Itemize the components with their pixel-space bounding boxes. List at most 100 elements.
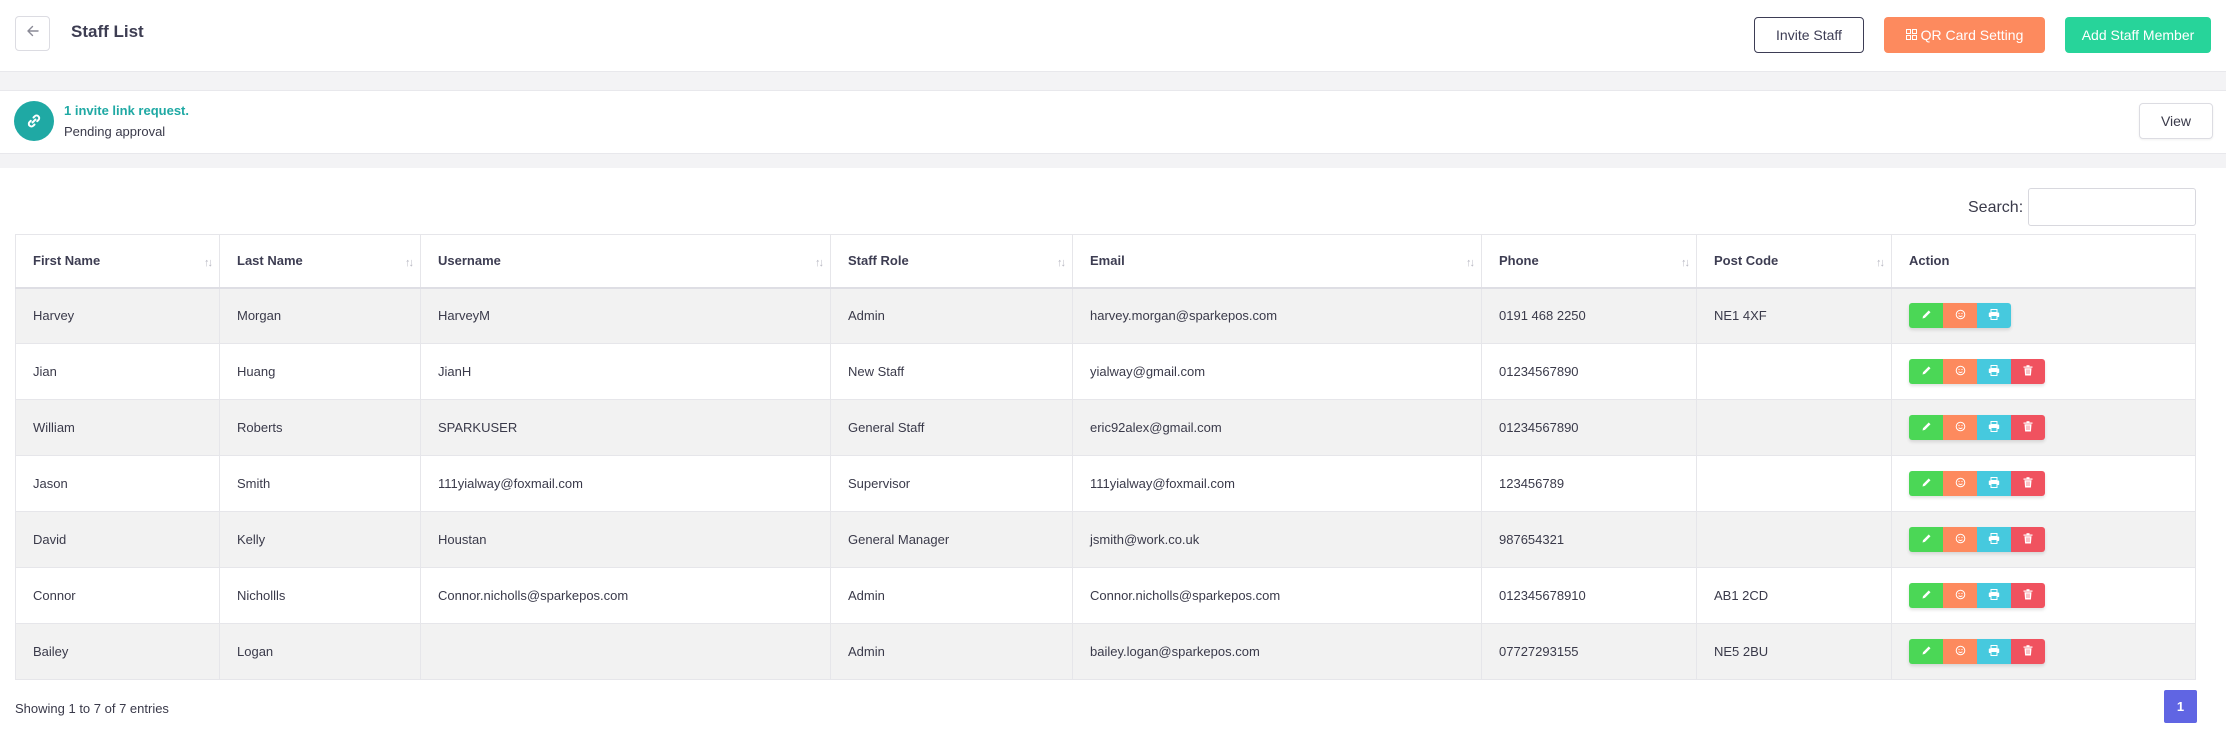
cell-first-name: Harvey: [15, 287, 220, 344]
cell-post-code: [1696, 399, 1892, 456]
print-button[interactable]: [1977, 583, 2011, 608]
cell-last-name: Logan: [219, 623, 421, 680]
sort-icon: ↑↓: [1057, 257, 1066, 269]
face-button[interactable]: [1943, 359, 1977, 384]
cell-action: [1891, 343, 2196, 400]
face-button[interactable]: [1943, 583, 1977, 608]
cell-staff-role: General Manager: [830, 511, 1073, 568]
view-button[interactable]: View: [2139, 103, 2213, 139]
delete-button[interactable]: [2011, 471, 2045, 496]
add-staff-member-label: Add Staff Member: [2081, 27, 2195, 43]
cell-staff-role: Admin: [830, 623, 1073, 680]
delete-button[interactable]: [2011, 583, 2045, 608]
invite-staff-label: Invite Staff: [1776, 27, 1842, 43]
row-action-group: [1909, 639, 2045, 664]
invite-request-notice: 1 invite link request. Pending approval …: [0, 90, 2226, 154]
cell-action: [1891, 511, 2196, 568]
table-header-row: First Name ↑↓ Last Name ↑↓ Username ↑↓ Staf…: [15, 234, 2196, 289]
printer-icon: [1988, 476, 2000, 491]
printer-icon: [1988, 420, 2000, 435]
column-header-email[interactable]: Email ↑↓: [1072, 234, 1482, 289]
printer-icon: [1988, 532, 2000, 547]
column-header-staff-role[interactable]: Staff Role ↑↓: [830, 234, 1073, 289]
edit-button[interactable]: [1909, 303, 1943, 329]
cell-first-name: Jason: [15, 455, 220, 512]
column-header-username[interactable]: Username ↑↓: [420, 234, 831, 289]
pagination-page-1[interactable]: 1: [2164, 690, 2197, 723]
back-button[interactable]: [15, 16, 50, 51]
print-button[interactable]: [1977, 639, 2011, 664]
table-row: Jason Smith 111yialway@foxmail.com Supervis…: [15, 455, 2196, 512]
cell-action: [1891, 567, 2196, 624]
notice-subtitle: Pending approval: [64, 124, 166, 139]
face-button[interactable]: [1943, 527, 1977, 552]
print-button[interactable]: [1977, 415, 2011, 440]
cell-post-code: NE1 4XF: [1696, 287, 1892, 344]
edit-button[interactable]: [1909, 359, 1943, 384]
edit-button[interactable]: [1909, 583, 1943, 608]
table-row: Jian Huang JianH New Staff yialway@gmail.com…: [15, 343, 2196, 400]
cell-username: Houstan: [420, 511, 831, 568]
cell-username: Connor.nicholls@sparkepos.com: [420, 567, 831, 624]
smiley-icon: [1955, 364, 1966, 379]
row-action-group: [1909, 415, 2045, 440]
notice-title[interactable]: 1 invite link request.: [64, 103, 189, 118]
edit-button[interactable]: [1909, 415, 1943, 440]
sort-icon: ↑↓: [1466, 257, 1475, 269]
cell-action: [1891, 399, 2196, 456]
cell-phone: 987654321: [1481, 511, 1697, 568]
cell-username: JianH: [420, 343, 831, 400]
cell-staff-role: Admin: [830, 567, 1073, 624]
face-button[interactable]: [1943, 471, 1977, 496]
print-button[interactable]: [1977, 303, 2011, 329]
print-button[interactable]: [1977, 359, 2011, 384]
cell-post-code: NE5 2BU: [1696, 623, 1892, 680]
staff-table: First Name ↑↓ Last Name ↑↓ Username ↑↓ Staf…: [15, 234, 2196, 680]
cell-email: Connor.nicholls@sparkepos.com: [1072, 567, 1482, 624]
delete-button[interactable]: [2011, 527, 2045, 552]
qr-grid-icon: [1905, 27, 1917, 43]
cell-staff-role: Admin: [830, 287, 1073, 344]
table-row: William Roberts SPARKUSER General Staff eric…: [15, 399, 2196, 456]
cell-post-code: [1696, 511, 1892, 568]
trash-icon: [2023, 644, 2033, 659]
delete-button[interactable]: [2011, 359, 2045, 384]
printer-icon: [1988, 644, 2000, 659]
pencil-icon: [1921, 364, 1932, 379]
column-header-phone[interactable]: Phone ↑↓: [1481, 234, 1697, 289]
column-header-post-code[interactable]: Post Code ↑↓: [1696, 234, 1892, 289]
invite-staff-button[interactable]: Invite Staff: [1754, 17, 1864, 53]
cell-email: eric92alex@gmail.com: [1072, 399, 1482, 456]
cell-phone: 0191 468 2250: [1481, 287, 1697, 344]
face-button[interactable]: [1943, 303, 1977, 329]
column-header-last-name[interactable]: Last Name ↑↓: [219, 234, 421, 289]
sort-icon: ↑↓: [204, 257, 213, 269]
edit-button[interactable]: [1909, 527, 1943, 552]
cell-staff-role: New Staff: [830, 343, 1073, 400]
delete-button[interactable]: [2011, 639, 2045, 664]
add-staff-member-button[interactable]: Add Staff Member: [2065, 17, 2211, 53]
cell-post-code: [1696, 455, 1892, 512]
arrow-left-icon: [25, 23, 41, 44]
cell-username: 111yialway@foxmail.com: [420, 455, 831, 512]
sort-icon: ↑↓: [815, 257, 824, 269]
row-action-group: [1909, 303, 2011, 329]
cell-username: SPARKUSER: [420, 399, 831, 456]
face-button[interactable]: [1943, 639, 1977, 664]
delete-button[interactable]: [2011, 415, 2045, 440]
cell-email: jsmith@work.co.uk: [1072, 511, 1482, 568]
cell-phone: 07727293155: [1481, 623, 1697, 680]
search-input[interactable]: [2028, 188, 2196, 226]
print-button[interactable]: [1977, 527, 2011, 552]
face-button[interactable]: [1943, 415, 1977, 440]
edit-button[interactable]: [1909, 639, 1943, 664]
print-button[interactable]: [1977, 471, 2011, 496]
pencil-icon: [1921, 644, 1932, 659]
qr-card-setting-button[interactable]: QR Card Setting: [1884, 17, 2045, 53]
row-action-group: [1909, 359, 2045, 384]
trash-icon: [2023, 364, 2033, 379]
cell-action: [1891, 455, 2196, 512]
cell-last-name: Smith: [219, 455, 421, 512]
edit-button[interactable]: [1909, 471, 1943, 496]
column-header-first-name[interactable]: First Name ↑↓: [15, 234, 220, 289]
